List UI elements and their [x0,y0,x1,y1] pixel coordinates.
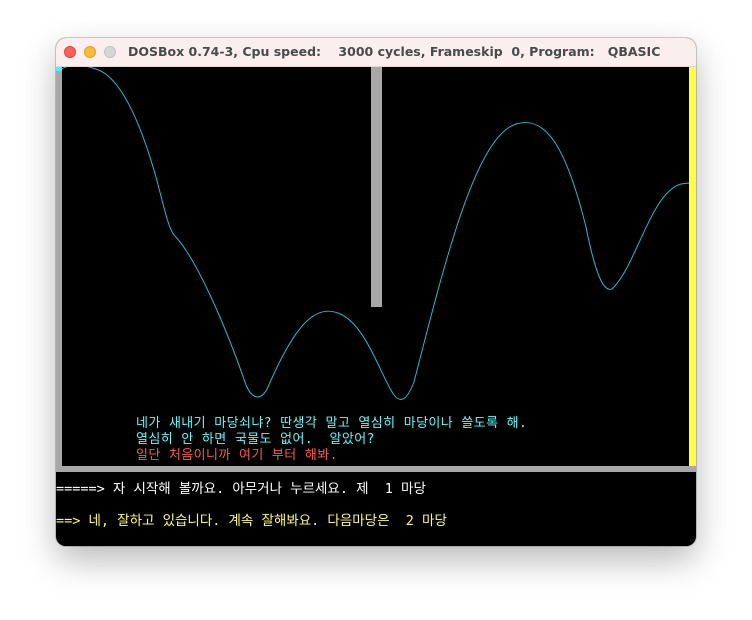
title-bar[interactable]: DOSBox 0.74-3, Cpu speed: 3000 cycles, F… [56,38,696,67]
console-line-1: =====> 자 시작해 볼까요. 아무거나 누르세요. 제 1 마당 [56,481,426,497]
window-title: DOSBox 0.74-3, Cpu speed: 3000 cycles, F… [128,44,661,59]
left-frame-marker [56,67,62,71]
left-frame [56,67,62,472]
console-line-2: ==> 네, 잘하고 있습니다. 계속 잘해봐요. 다음마당은 2 마당 [56,513,447,529]
player-post [371,67,382,307]
close-button[interactable] [64,46,76,58]
message-line-2: 열심히 안 하면 국물도 없어. 알았어? [136,432,375,447]
dos-screen[interactable]: 네가 새내기 마당쇠냐? 딴생각 말고 열심히 마당이나 쓸도록 해. 열심히 … [56,67,696,546]
right-border [689,67,696,466]
game-area: 네가 새내기 마당쇠냐? 딴생각 말고 열심히 마당이나 쓸도록 해. 열심히 … [56,67,696,472]
minimize-button[interactable] [84,46,96,58]
message-line-3: 일단 처음이니까 여기 부터 해봐. [136,448,338,463]
maximize-button[interactable] [104,46,116,58]
dosbox-window: DOSBox 0.74-3, Cpu speed: 3000 cycles, F… [56,38,696,546]
message-line-1: 네가 새내기 마당쇠냐? 딴생각 말고 열심히 마당이나 쓸도록 해. [136,416,528,431]
bottom-frame [56,466,696,472]
